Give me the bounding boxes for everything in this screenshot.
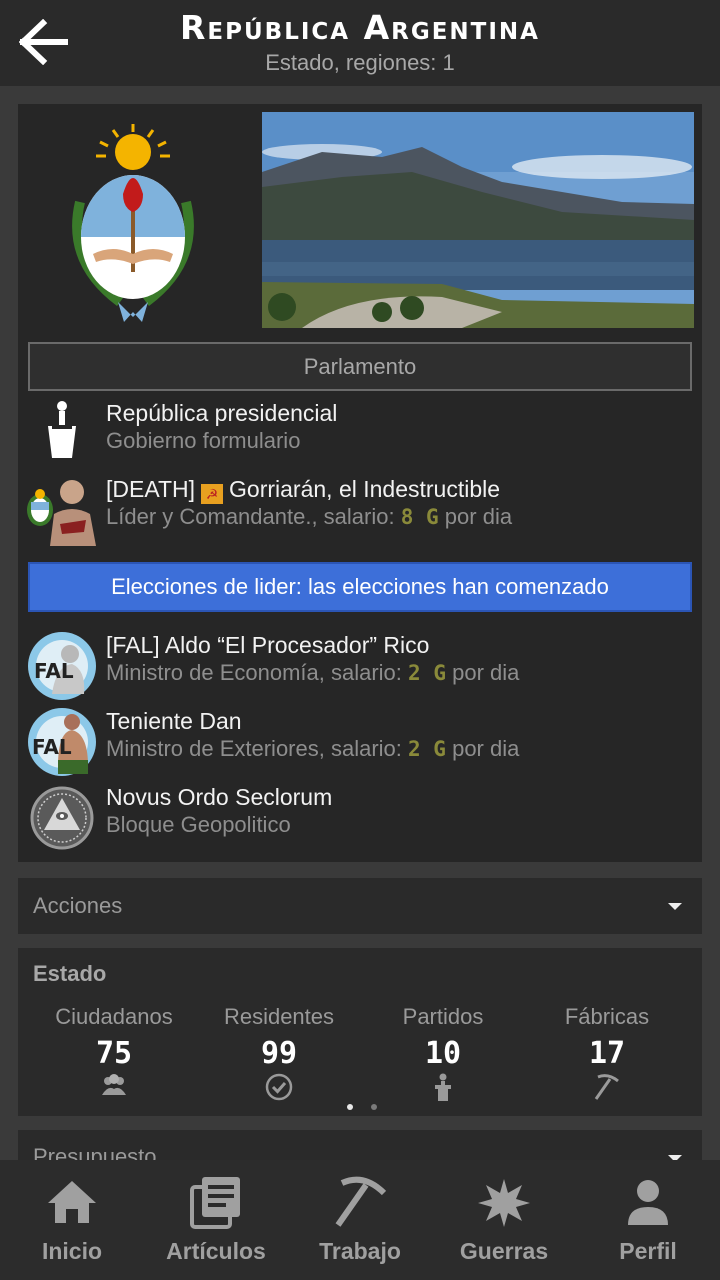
minister-foreign-row[interactable]: FAL Teniente Dan Ministro de Exteriores,… — [26, 706, 696, 776]
stat-factories[interactable]: Fábricas 17 — [522, 1004, 692, 1101]
nav-articles[interactable]: Artículos — [144, 1160, 288, 1280]
minister-economy-row[interactable]: FAL [FAL] Aldo “El Procesador” Rico Mini… — [26, 630, 696, 700]
check-circle-icon — [194, 1073, 364, 1101]
parliament-button[interactable]: Parlamento — [28, 342, 692, 391]
top-bar: República Argentina Estado, regiones: 1 — [0, 0, 720, 86]
stat-value: 99 — [260, 1036, 298, 1071]
people-icon — [29, 1073, 199, 1101]
person-podium-icon — [358, 1073, 528, 1101]
leader-salary-period: por dia — [444, 504, 513, 529]
stat-label: Residentes — [223, 1004, 335, 1029]
nav-home[interactable]: Inicio — [0, 1160, 144, 1280]
bloc-subtitle: Bloque Geopolitico — [106, 812, 291, 837]
leader-party-tag: [DEATH] — [106, 476, 196, 502]
bottom-navigation: Inicio Artículos Trabajo Guerras Perfil — [0, 1160, 720, 1280]
person-icon — [576, 1174, 720, 1230]
home-icon — [0, 1174, 144, 1230]
nav-label: Perfil — [619, 1238, 677, 1264]
leader-role: Líder y Comandante., salario: — [106, 504, 395, 529]
page-subtitle: Estado, regiones: 1 — [265, 50, 455, 75]
minister-foreign-salary: 2 G — [408, 737, 446, 761]
nav-wars[interactable]: Guerras — [432, 1160, 576, 1280]
svg-text:FAL: FAL — [34, 659, 74, 683]
state-stats-title: Estado — [33, 961, 107, 986]
government-type: República presidencial — [106, 400, 338, 426]
state-stats-panel: Estado Ciudadanos 75 Residentes 99 Parti… — [18, 948, 702, 1116]
stat-parties[interactable]: Partidos 10 — [358, 1004, 528, 1101]
page-title: República Argentina — [180, 8, 540, 47]
minister-foreign-role: Ministro de Exteriores, salario: — [106, 736, 402, 761]
actions-dropdown[interactable]: Acciones — [18, 878, 702, 934]
articles-icon — [144, 1174, 288, 1230]
nav-work[interactable]: Trabajo — [288, 1160, 432, 1280]
state-card: Parlamento República presidencial Gobier… — [18, 104, 702, 862]
region-landscape-image — [262, 112, 694, 328]
page-dot-active[interactable] — [347, 1104, 353, 1110]
minister-economy-role: Ministro de Economía, salario: — [106, 660, 402, 685]
presidential-podium-icon — [26, 398, 98, 470]
leader-name[interactable]: Gorriarán, el Indestructible — [229, 476, 500, 502]
stat-value: 17 — [588, 1036, 626, 1071]
svg-text:FAL: FAL — [32, 735, 72, 759]
government-row[interactable]: República presidencial Gobierno formular… — [26, 398, 696, 468]
bloc-name[interactable]: Novus Ordo Seclorum — [106, 784, 332, 811]
stat-label: Fábricas — [564, 1004, 650, 1029]
hammer-sickle-icon: ☭ — [201, 484, 224, 504]
minister-foreign-name[interactable]: Teniente Dan — [106, 708, 242, 735]
elections-banner[interactable]: Elecciones de lider: las elecciones han … — [28, 562, 692, 612]
nav-profile[interactable]: Perfil — [576, 1160, 720, 1280]
minister-foreign-period: por dia — [452, 736, 520, 761]
leader-salary: 8 G — [400, 505, 439, 529]
nav-label: Guerras — [459, 1238, 549, 1264]
minister-economy-period: por dia — [452, 660, 520, 685]
coat-of-arms-image — [58, 122, 208, 326]
stat-citizens[interactable]: Ciudadanos 75 — [29, 1004, 199, 1101]
stat-value: 75 — [95, 1036, 133, 1071]
minister-economy-salary: 2 G — [408, 661, 446, 685]
nav-label: Inicio — [41, 1238, 103, 1264]
pickaxe-icon — [288, 1174, 432, 1230]
page-dot[interactable] — [371, 1104, 377, 1110]
nav-label: Artículos — [166, 1238, 266, 1264]
explosion-icon — [432, 1174, 576, 1230]
pickaxe-icon — [522, 1073, 692, 1101]
leader-row[interactable]: [DEATH] ☭ Gorriarán, el Indestructible Líd… — [26, 474, 696, 546]
bloc-emblem-icon — [26, 782, 98, 854]
leader-avatar — [26, 474, 98, 546]
caret-down-icon — [668, 903, 682, 910]
minister-economy-avatar: FAL — [26, 630, 98, 702]
bloc-row[interactable]: Novus Ordo Seclorum Bloque Geopolitico — [26, 782, 696, 852]
stat-label: Ciudadanos — [55, 1004, 173, 1029]
actions-label: Acciones — [33, 893, 123, 918]
nav-label: Trabajo — [319, 1238, 401, 1264]
government-subtitle: Gobierno formulario — [106, 428, 301, 453]
stat-residents[interactable]: Residentes 99 — [194, 1004, 364, 1101]
minister-economy-name[interactable]: [FAL] Aldo “El Procesador” Rico — [106, 632, 429, 659]
stat-value: 10 — [424, 1036, 462, 1071]
stat-label: Partidos — [402, 1004, 484, 1029]
minister-foreign-avatar: FAL — [26, 706, 98, 778]
